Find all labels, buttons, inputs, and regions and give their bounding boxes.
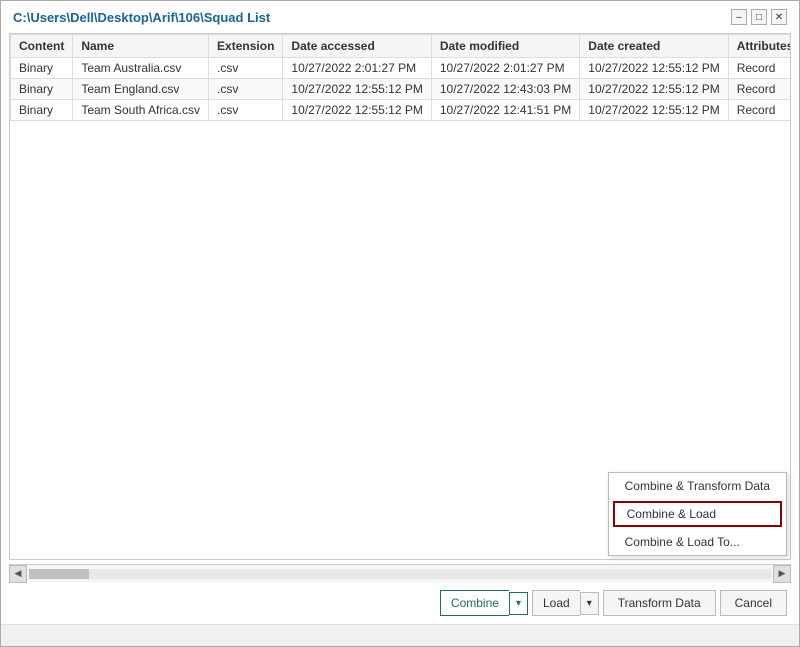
footer-buttons: Combine ▾ Load ▾ Transform Data Cancel: [1, 582, 799, 624]
title-bar: C:\Users\Dell\Desktop\Arif\106\Squad Lis…: [1, 1, 799, 29]
table-cell: Record: [728, 79, 791, 100]
col-name[interactable]: Name: [73, 35, 209, 58]
table-cell: 10/27/2022 12:43:03 PM: [431, 79, 579, 100]
table-cell: 10/27/2022 12:41:51 PM: [431, 100, 579, 121]
col-date-accessed[interactable]: Date accessed: [283, 35, 431, 58]
col-attributes[interactable]: Attributes: [728, 35, 791, 58]
col-date-modified[interactable]: Date modified: [431, 35, 579, 58]
status-bar: [1, 624, 799, 646]
cancel-button[interactable]: Cancel: [720, 590, 787, 616]
table-row[interactable]: BinaryTeam Australia.csv.csv10/27/2022 2…: [11, 58, 792, 79]
table-cell: Binary: [11, 58, 73, 79]
load-button-group: Load ▾: [532, 590, 599, 616]
table-header-row: Content Name Extension Date accessed Dat…: [11, 35, 792, 58]
table-cell: 10/27/2022 12:55:12 PM: [283, 100, 431, 121]
table-cell: 10/27/2022 12:55:12 PM: [580, 58, 728, 79]
col-content[interactable]: Content: [11, 35, 73, 58]
combine-load-to-item[interactable]: Combine & Load To...: [609, 529, 786, 555]
horizontal-scrollbar[interactable]: ◀ ▶: [9, 564, 791, 582]
table-cell: .csv: [209, 58, 283, 79]
table-cell: 10/27/2022 2:01:27 PM: [431, 58, 579, 79]
main-window: C:\Users\Dell\Desktop\Arif\106\Squad Lis…: [0, 0, 800, 647]
load-main-button[interactable]: Load: [532, 590, 580, 616]
maximize-button[interactable]: □: [751, 9, 767, 25]
combine-transform-data-item[interactable]: Combine & Transform Data: [609, 473, 786, 499]
combine-button-group: Combine ▾: [440, 590, 528, 616]
table-cell: 10/27/2022 12:55:12 PM: [580, 100, 728, 121]
transform-data-button[interactable]: Transform Data: [603, 590, 716, 616]
minimize-button[interactable]: –: [731, 9, 747, 25]
combine-dropdown-menu: Combine & Transform Data Combine & Load …: [608, 472, 787, 556]
table-row[interactable]: BinaryTeam South Africa.csv.csv10/27/202…: [11, 100, 792, 121]
table-cell: 10/27/2022 12:55:12 PM: [580, 79, 728, 100]
table-cell: Record: [728, 100, 791, 121]
combine-dropdown-button[interactable]: ▾: [509, 592, 528, 615]
col-extension[interactable]: Extension: [209, 35, 283, 58]
table-cell: Team England.csv: [73, 79, 209, 100]
table-cell: 10/27/2022 2:01:27 PM: [283, 58, 431, 79]
scroll-thumb[interactable]: [29, 569, 89, 579]
window-controls: – □ ✕: [731, 9, 787, 25]
table-cell: Binary: [11, 100, 73, 121]
table-cell: Team Australia.csv: [73, 58, 209, 79]
table-cell: 10/27/2022 12:55:12 PM: [283, 79, 431, 100]
table-cell: Record: [728, 58, 791, 79]
table-row[interactable]: BinaryTeam England.csv.csv10/27/2022 12:…: [11, 79, 792, 100]
scroll-right-button[interactable]: ▶: [773, 565, 791, 583]
table-cell: .csv: [209, 100, 283, 121]
table-cell: Binary: [11, 79, 73, 100]
close-button[interactable]: ✕: [771, 9, 787, 25]
file-table: Content Name Extension Date accessed Dat…: [10, 34, 791, 121]
table-cell: Team South Africa.csv: [73, 100, 209, 121]
scroll-track[interactable]: [29, 569, 771, 579]
col-date-created[interactable]: Date created: [580, 35, 728, 58]
scroll-left-button[interactable]: ◀: [9, 565, 27, 583]
load-dropdown-button[interactable]: ▾: [580, 592, 599, 615]
combine-main-button[interactable]: Combine: [440, 590, 509, 616]
window-title: C:\Users\Dell\Desktop\Arif\106\Squad Lis…: [13, 10, 270, 25]
combine-load-item[interactable]: Combine & Load: [613, 501, 782, 527]
table-cell: .csv: [209, 79, 283, 100]
